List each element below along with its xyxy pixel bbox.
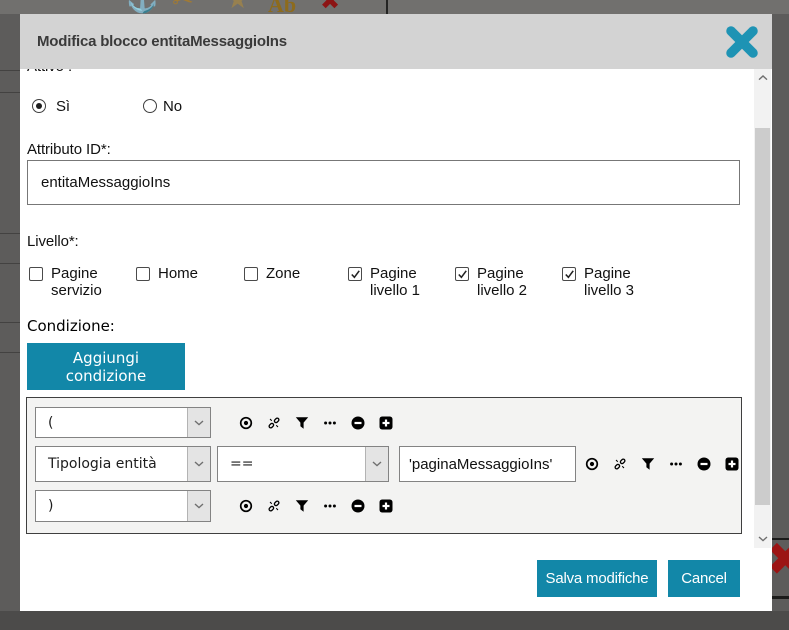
chevron-down-icon	[187, 408, 210, 437]
background-line	[0, 263, 20, 264]
filter-icon[interactable]	[295, 499, 309, 513]
ellipsis-icon[interactable]	[323, 416, 337, 430]
checkbox-label: Pagine	[51, 265, 98, 282]
overlay-bottom	[0, 611, 789, 630]
dialog-scrollbar[interactable]	[754, 69, 771, 548]
select-value: Tipologia entità	[48, 447, 157, 481]
dialog-title: Modifica blocco entitaMessaggioIns	[37, 14, 287, 69]
check-icon	[456, 268, 469, 281]
chevron-up-icon	[758, 75, 768, 81]
add-condition-button[interactable]: Aggiungi condizione	[27, 343, 185, 390]
attributo-id-input[interactable]	[27, 160, 740, 205]
filter-icon[interactable]	[641, 457, 655, 471]
crossed-tools-icon: ✂	[172, 0, 194, 12]
background-line	[0, 352, 20, 353]
scroll-down-button[interactable]	[754, 530, 771, 548]
edit-block-dialog: Attivo : Modifica blocco entitaMessaggio…	[20, 14, 772, 611]
checkbox-pagine-livello-1[interactable]	[348, 267, 362, 281]
save-button[interactable]: Salva modifiche	[537, 560, 657, 597]
checkbox-pagine-livello-2[interactable]	[455, 267, 469, 281]
remove-condition-icon[interactable]	[351, 416, 365, 430]
condition-row2-value-input[interactable]	[399, 446, 576, 482]
check-icon	[349, 268, 362, 281]
dialog-header: Modifica blocco entitaMessaggioIns	[20, 14, 772, 69]
radio-dot	[36, 103, 42, 109]
condition-row1-select[interactable]: (	[35, 407, 211, 438]
condition-row2-field-select[interactable]: Tipologia entità	[35, 446, 211, 482]
checkbox-pagine-livello-3[interactable]	[562, 267, 576, 281]
screen: ⚓ ✂ ★ Ab ✖ ✖ Attivo : Modifica blocco en…	[0, 0, 789, 630]
unlink-icon[interactable]	[267, 499, 281, 513]
attributo-id-label: Attributo ID*:	[27, 141, 111, 158]
cancel-button[interactable]: Cancel	[668, 560, 740, 597]
check-icon	[563, 268, 576, 281]
checkbox-label: livello 3	[584, 282, 634, 299]
condition-row2-actions	[585, 446, 739, 482]
scrollbar-thumb[interactable]	[755, 128, 770, 505]
checkbox-label: Zone	[266, 265, 300, 282]
close-icon	[726, 26, 758, 58]
chevron-down-icon	[758, 536, 768, 542]
attivo-si-radio[interactable]	[32, 99, 46, 113]
delete-icon: ✖	[320, 0, 340, 14]
add-condition-icon[interactable]	[725, 457, 739, 471]
attivo-no-radio[interactable]	[143, 99, 157, 113]
condition-row1-actions	[239, 407, 393, 438]
remove-condition-icon[interactable]	[697, 457, 711, 471]
checkbox-label: livello 2	[477, 282, 527, 299]
checkbox-label: Pagine	[370, 265, 417, 282]
remove-condition-icon[interactable]	[351, 499, 365, 513]
checkbox-pagine-servizio[interactable]	[29, 267, 43, 281]
chevron-down-icon	[187, 491, 210, 521]
toolbar-divider	[386, 0, 388, 14]
background-line	[770, 596, 789, 599]
livello-label: Livello*:	[27, 233, 79, 250]
background-line	[0, 92, 20, 93]
unlink-icon[interactable]	[613, 457, 627, 471]
chevron-down-icon	[187, 447, 210, 481]
checkbox-label: Pagine	[477, 265, 524, 282]
scroll-up-button[interactable]	[754, 69, 771, 87]
chevron-down-icon	[365, 447, 388, 481]
checkbox-label: Pagine	[584, 265, 631, 282]
condizione-label: Condizione:	[27, 317, 115, 335]
filter-icon[interactable]	[295, 416, 309, 430]
checkbox-label: Home	[158, 265, 198, 282]
condition-row3-select[interactable]: )	[35, 490, 211, 522]
background-line	[0, 70, 20, 71]
checkbox-zone[interactable]	[244, 267, 258, 281]
condition-row2-operator-select[interactable]: ==	[217, 446, 389, 482]
ab-text-icon: Ab	[268, 0, 296, 14]
attivo-si-label: Sì	[56, 98, 70, 115]
checkbox-home[interactable]	[136, 267, 150, 281]
add-condition-icon[interactable]	[379, 416, 393, 430]
ellipsis-icon[interactable]	[323, 499, 337, 513]
condition-row3-actions	[239, 490, 393, 522]
ellipsis-icon[interactable]	[669, 457, 683, 471]
background-toolbar: ⚓ ✂ ★ Ab ✖	[0, 0, 789, 14]
select-value: )	[48, 491, 53, 521]
background-line	[0, 322, 20, 323]
select-value: ==	[230, 447, 253, 481]
target-icon[interactable]	[239, 416, 253, 430]
select-value: (	[48, 408, 53, 437]
background-line	[0, 233, 20, 234]
target-icon[interactable]	[585, 457, 599, 471]
anchor-icon: ⚓	[126, 0, 158, 12]
star-icon: ★	[226, 0, 249, 12]
close-button[interactable]	[726, 26, 758, 58]
target-icon[interactable]	[239, 499, 253, 513]
add-condition-icon[interactable]	[379, 499, 393, 513]
attivo-no-label: No	[163, 98, 182, 115]
checkbox-label: livello 1	[370, 282, 420, 299]
unlink-icon[interactable]	[267, 416, 281, 430]
condition-builder: ( Tipologia entità ==	[26, 397, 742, 534]
checkbox-label: servizio	[51, 282, 102, 299]
